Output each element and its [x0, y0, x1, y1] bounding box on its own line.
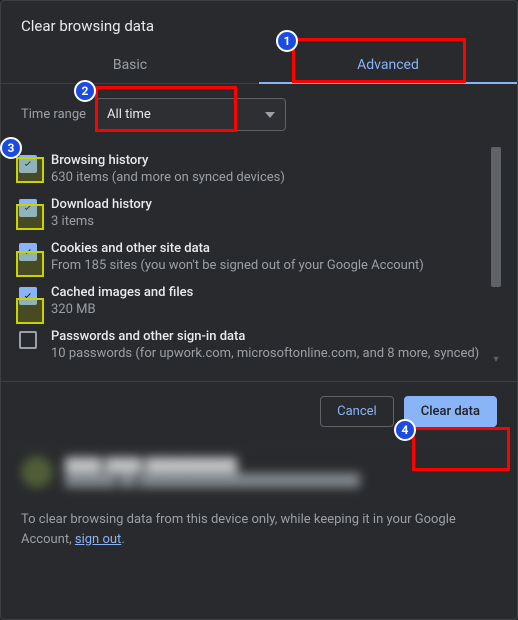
item-sub: 630 items (and more on synced devices)	[51, 170, 285, 185]
item-title: Download history	[51, 197, 152, 212]
dialog-footer: Cancel Clear data	[1, 381, 517, 445]
scrollbar[interactable]: ▾	[491, 147, 501, 367]
item-title: Passwords and other sign-in data	[51, 329, 479, 344]
list-item: Download history 3 items	[15, 191, 495, 235]
tabs: Basic Advanced	[1, 45, 517, 84]
clear-browsing-data-dialog: Clear browsing data Basic Advanced Time …	[0, 0, 518, 620]
scrollbar-down-icon[interactable]: ▾	[491, 353, 501, 367]
item-sub: 10 passwords (for upwork.com, microsofto…	[51, 346, 479, 361]
checkbox-download-history[interactable]	[19, 199, 37, 217]
time-range-select[interactable]: All time	[96, 98, 286, 131]
checkbox-cookies[interactable]	[19, 243, 37, 261]
item-sub: 3 items	[51, 214, 152, 229]
account-name: ████ ████ ██████████	[65, 457, 360, 473]
time-range-label: Time range	[21, 107, 86, 122]
tab-advanced[interactable]: Advanced	[259, 45, 517, 83]
item-sub: From 185 sites (you won't be signed out …	[51, 258, 424, 273]
chevron-down-icon	[265, 112, 275, 118]
item-sub: 320 MB	[51, 302, 193, 317]
clear-data-button[interactable]: Clear data	[404, 396, 497, 427]
sign-out-link[interactable]: sign out	[75, 532, 121, 547]
list-item: Cached images and files 320 MB	[15, 279, 495, 323]
data-types-list: Browsing history 630 items (and more on …	[15, 147, 503, 367]
checkbox-passwords[interactable]	[19, 331, 37, 349]
item-title: Cached images and files	[51, 285, 193, 300]
tab-basic[interactable]: Basic	[1, 45, 259, 83]
cancel-button[interactable]: Cancel	[320, 396, 394, 427]
scrollbar-thumb[interactable]	[491, 147, 501, 287]
dialog-body: Time range All time Browsing history 630…	[1, 84, 517, 375]
checkbox-cache[interactable]	[19, 287, 37, 305]
account-email: ██████ ██ ██████████████████████████	[65, 473, 360, 487]
avatar	[21, 456, 53, 488]
checkbox-browsing-history[interactable]	[19, 155, 37, 173]
account-section: ████ ████ ██████████ ██████ ██ █████████…	[1, 445, 517, 502]
time-range-row: Time range All time	[21, 98, 503, 131]
list-item: Passwords and other sign-in data 10 pass…	[15, 323, 495, 367]
item-title: Browsing history	[51, 153, 285, 168]
sign-out-note: To clear browsing data from this device …	[1, 502, 517, 569]
note-text-suffix: .	[121, 532, 124, 547]
item-title: Cookies and other site data	[51, 241, 424, 256]
list-item: Browsing history 630 items (and more on …	[15, 147, 495, 191]
dialog-title: Clear browsing data	[1, 1, 517, 45]
list-item: Cookies and other site data From 185 sit…	[15, 235, 495, 279]
time-range-value: All time	[107, 107, 151, 122]
